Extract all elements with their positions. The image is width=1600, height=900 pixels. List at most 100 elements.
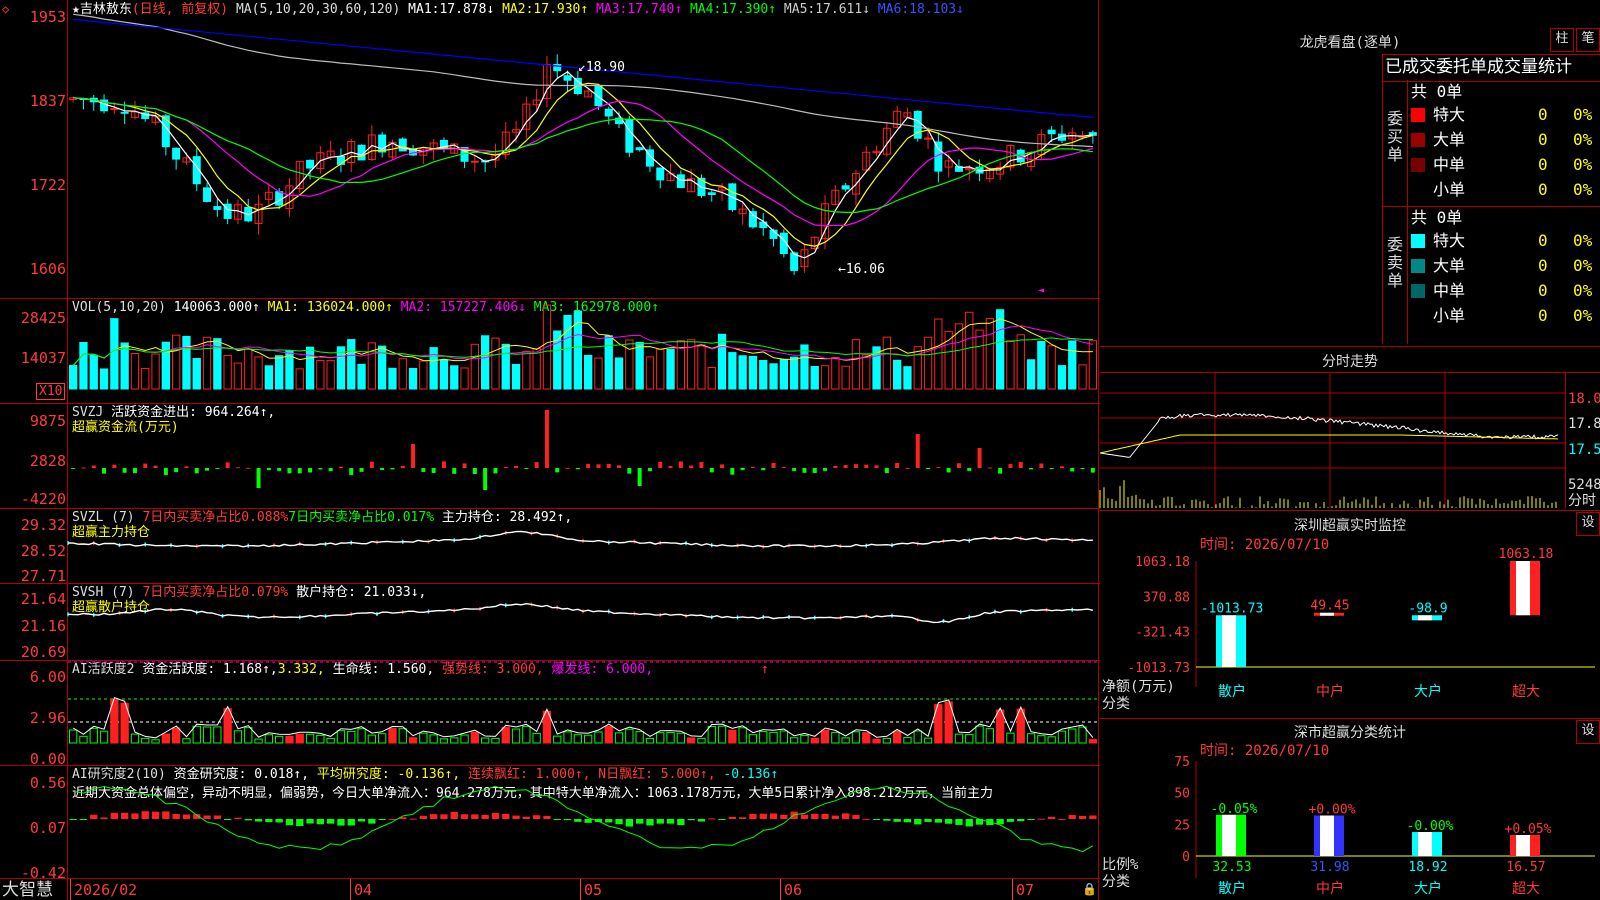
row-label: 中单	[1433, 281, 1466, 300]
research-bar	[831, 815, 839, 819]
candlestick-chart[interactable]: ◄	[68, 0, 1098, 298]
flow-bar	[483, 468, 488, 490]
tick-mode-button[interactable]: 笔	[1576, 28, 1600, 52]
svzl-chart[interactable]	[67, 509, 1098, 583]
scfl-bar-chart[interactable]: 75 50 25 0 -0.05% 32.53 散户 +0.00% 31.98 中户 -0.00% 1…	[1100, 755, 1600, 900]
activity-bar	[254, 738, 263, 744]
x-tick	[350, 879, 351, 900]
ai-activity-chart[interactable]	[68, 661, 1098, 765]
row-volume: 0	[1538, 105, 1548, 124]
flow-bar	[956, 463, 961, 468]
bar-highlight	[1222, 814, 1236, 856]
flow-bar	[627, 468, 632, 474]
y-tick: 0	[1182, 850, 1190, 865]
activity-bar	[594, 731, 603, 744]
volume-bar	[130, 352, 140, 390]
volume-bar	[69, 364, 78, 390]
right-panel: 龙虎看盘(逐单) 柱 笔 已成交委托单成交量统计 委买单 委卖单 共 0单 共 …	[1099, 0, 1600, 900]
cursor-marker: ◄	[1038, 285, 1044, 296]
szjk-bar-chart[interactable]: 1063.18 370.88 -321.43 -1013.73 -1013.73 散户 49…	[1100, 547, 1600, 720]
research-bar	[666, 819, 675, 824]
flow-bar	[81, 467, 86, 469]
volume-chart[interactable]	[68, 299, 1098, 403]
flow-bar	[163, 468, 168, 475]
activity-bar	[275, 735, 284, 744]
flow-bar	[647, 468, 652, 472]
szjk-time: 时间: 2026/07/10	[1200, 537, 1330, 553]
research-bar	[677, 819, 685, 826]
flow-bar	[462, 463, 467, 468]
activity-bar	[501, 726, 510, 744]
flow-bar	[1080, 468, 1085, 469]
bar-highlight	[1418, 832, 1432, 856]
flow-bar	[555, 468, 560, 473]
candle-body	[656, 167, 665, 181]
activity-bar	[233, 730, 243, 744]
volume-bar	[347, 339, 356, 390]
volume-bar	[1068, 340, 1077, 390]
candle-body	[275, 191, 284, 206]
szjk-settings-button[interactable]: 设	[1576, 512, 1600, 536]
scfl-title: 深市超赢分类统计	[1294, 725, 1406, 741]
ai-research-chart[interactable]	[68, 766, 1098, 878]
research-bar	[254, 819, 263, 822]
bar-change: -0.05%	[1211, 802, 1258, 817]
research-bar	[1089, 815, 1097, 819]
volume-bar	[759, 360, 768, 390]
flow-bar	[277, 468, 282, 471]
x-tick	[580, 879, 581, 900]
research-bar	[430, 814, 438, 819]
research-bar	[337, 819, 345, 826]
intraday-chart[interactable]	[1099, 373, 1565, 508]
volume-bar	[233, 362, 243, 390]
vol-unit-badge: X10	[36, 383, 66, 400]
research-bar	[357, 819, 366, 822]
research-bar	[625, 819, 633, 827]
bar-category: 大户	[1414, 880, 1442, 897]
activity-bar	[759, 731, 768, 744]
activity-bar	[862, 732, 871, 744]
activity-bar	[687, 737, 696, 744]
x-tick	[70, 879, 71, 900]
volume-bar	[975, 329, 984, 390]
flow-bar	[431, 468, 436, 473]
volume-bar	[841, 365, 850, 390]
row-label: 特大	[1433, 105, 1466, 124]
research-bar	[574, 819, 582, 822]
activity-bar	[130, 733, 140, 744]
lock-icon[interactable]: 🔒	[1082, 882, 1097, 897]
research-bar	[502, 813, 510, 819]
research-bar	[419, 815, 427, 819]
low-price-label: ←16.06	[838, 262, 885, 277]
volume-bar	[666, 348, 675, 390]
bar-mode-button[interactable]: 柱	[1550, 28, 1574, 52]
flow-bar	[699, 461, 704, 468]
row-label: 大单	[1433, 130, 1466, 149]
scfl-settings-button[interactable]: 设	[1576, 720, 1600, 744]
volume-bar	[172, 334, 181, 390]
bar-category: 散户	[1218, 683, 1246, 700]
row-percent: 0%	[1573, 180, 1593, 199]
chart-area[interactable]: ◇ ★吉林敖东(日线, 前复权) MA(5,10,20,30,60,120) M…	[0, 0, 1100, 900]
svzj-chart[interactable]	[68, 404, 1098, 508]
research-bar	[996, 819, 1004, 825]
volume-bar	[985, 318, 995, 390]
flow-bar	[812, 468, 817, 474]
volume-bar	[481, 335, 490, 390]
research-bar	[1078, 815, 1087, 819]
research-bar	[728, 816, 736, 819]
svsh-chart[interactable]	[67, 584, 1098, 660]
flow-bar	[586, 463, 591, 468]
activity-bar	[429, 734, 438, 744]
fs-y-tick: 18.07	[1568, 391, 1600, 407]
candle-body	[707, 192, 716, 195]
activity-bar	[408, 737, 418, 744]
activity-bar	[532, 732, 541, 744]
flow-bar	[122, 468, 127, 473]
volume-bar	[295, 368, 304, 390]
flow-bar	[730, 468, 735, 475]
flow-bar	[565, 467, 570, 469]
y-tick: 27.71	[20, 567, 66, 585]
volume-bar	[501, 343, 510, 390]
row-label: 小单	[1433, 180, 1466, 199]
